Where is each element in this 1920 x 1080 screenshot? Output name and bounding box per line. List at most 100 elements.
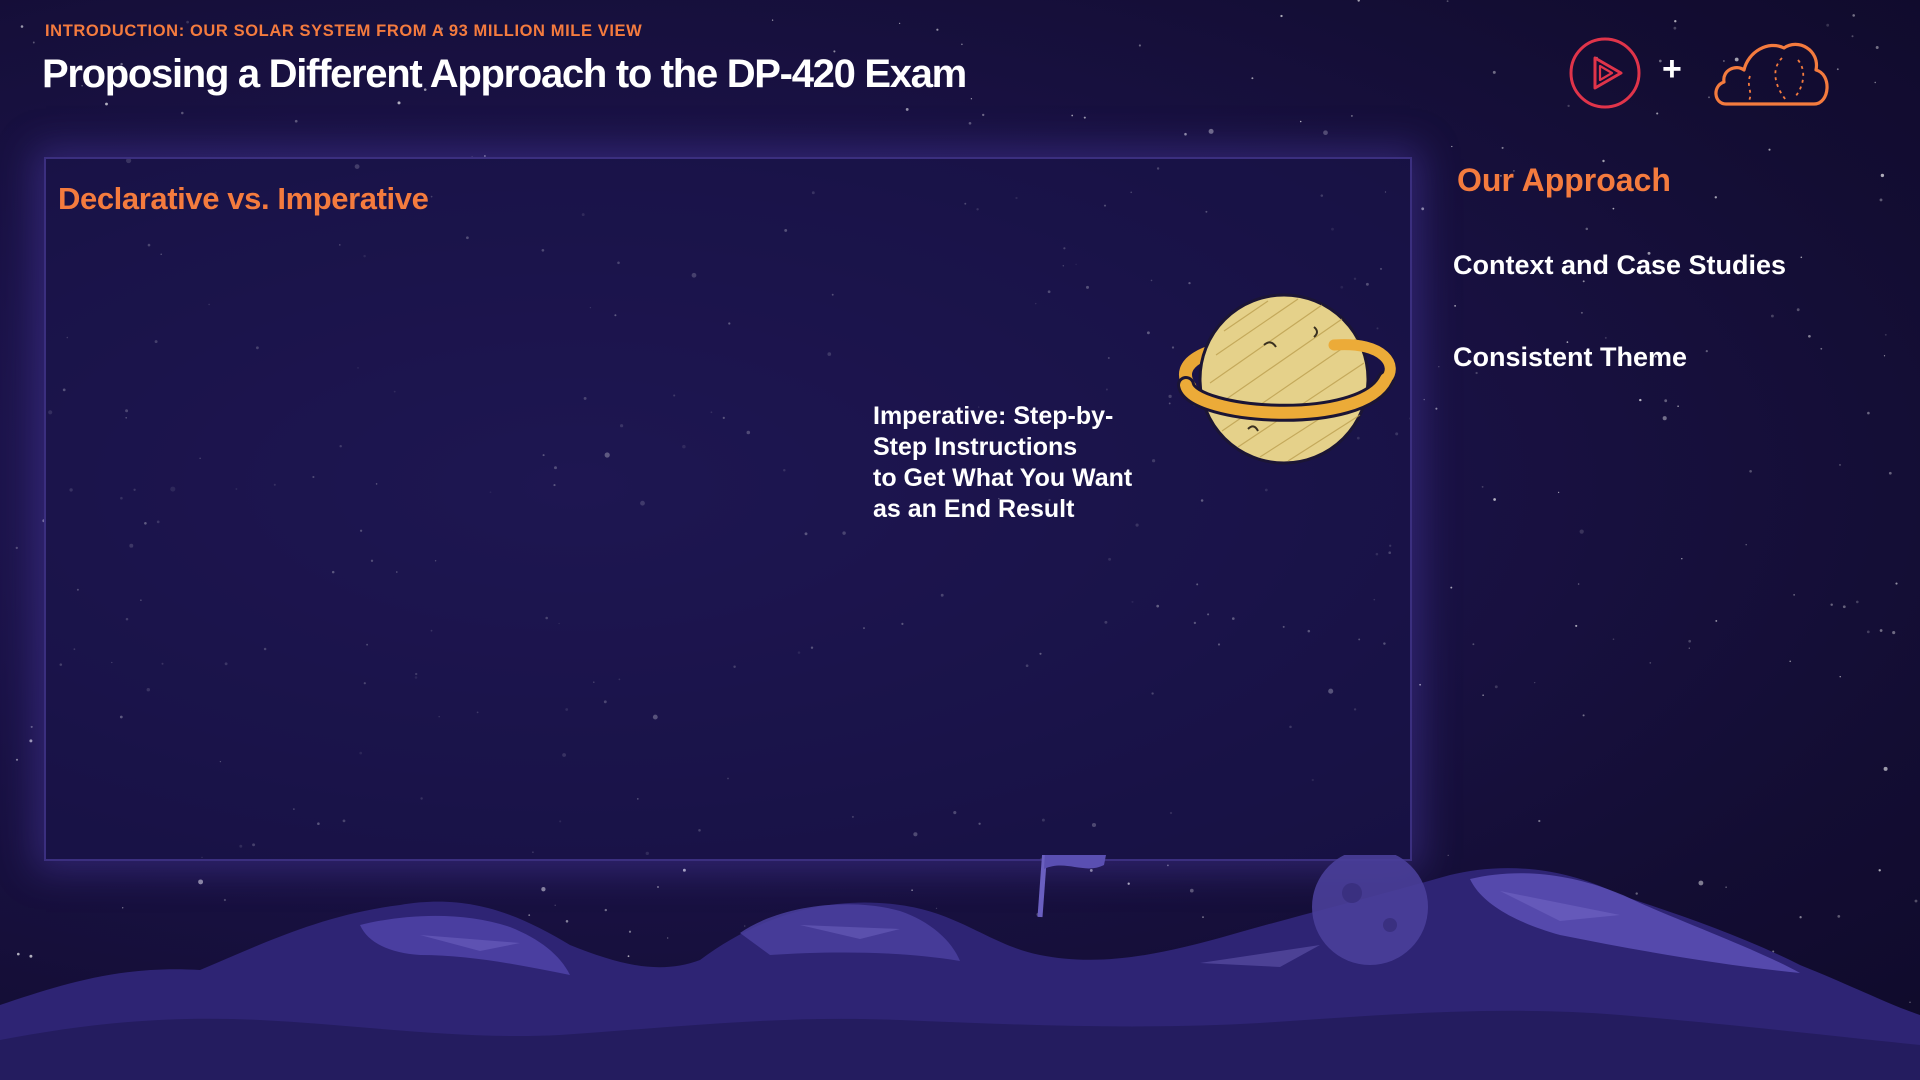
star	[1421, 207, 1425, 211]
star	[1071, 114, 1074, 117]
star	[1839, 464, 1841, 466]
star	[1749, 469, 1752, 473]
star	[1789, 660, 1792, 663]
panel-heading: Declarative vs. Imperative	[58, 181, 429, 216]
star	[294, 119, 298, 123]
star	[936, 28, 939, 31]
star	[1851, 35, 1854, 38]
star	[1612, 207, 1615, 210]
star	[1435, 407, 1438, 410]
star	[1855, 600, 1859, 604]
star	[1715, 619, 1718, 622]
star	[1852, 14, 1855, 17]
star	[1714, 196, 1717, 199]
star	[970, 98, 973, 100]
play-logo-icon	[1569, 37, 1641, 109]
star	[1768, 148, 1771, 151]
page-title: Proposing a Different Approach to the DP…	[42, 52, 967, 96]
star	[1494, 685, 1498, 689]
star	[1184, 132, 1187, 136]
star	[1580, 311, 1583, 314]
star	[1800, 256, 1803, 259]
star	[1450, 586, 1453, 589]
star	[1501, 146, 1504, 149]
star	[1639, 398, 1642, 402]
imperative-definition: Imperative: Step-by- Step Instructions t…	[873, 402, 1133, 523]
star	[1482, 694, 1484, 696]
sidebar-item-consistent-theme: Consistent Theme	[1453, 342, 1688, 372]
star	[1826, 23, 1830, 27]
star	[1681, 557, 1683, 560]
star	[1280, 14, 1283, 18]
star	[982, 113, 985, 117]
star	[20, 25, 24, 28]
star	[1538, 819, 1541, 823]
star	[1492, 70, 1496, 74]
star	[1649, 662, 1652, 664]
star	[1575, 624, 1578, 627]
star	[32, 41, 35, 44]
ringed-planet-icon	[1177, 293, 1396, 465]
star	[1472, 643, 1475, 646]
star	[1662, 416, 1667, 421]
star	[15, 546, 18, 550]
star	[30, 725, 33, 728]
star	[1423, 398, 1425, 401]
star	[1688, 639, 1692, 643]
star	[961, 43, 963, 46]
star	[905, 107, 909, 111]
star	[1879, 198, 1883, 202]
sidebar-heading: Our Approach	[1457, 162, 1671, 198]
star	[1493, 498, 1496, 501]
star	[1866, 630, 1870, 634]
sidebar-item-context-case-studies: Context and Case Studies	[1453, 250, 1787, 280]
star	[1705, 349, 1708, 353]
star	[1880, 173, 1885, 178]
star	[105, 102, 108, 106]
moon-surface-illustration	[0, 855, 1920, 1080]
content-panel: Declarative vs. Imperative Imperative: S…	[44, 157, 1412, 861]
slide-eyebrow: INTRODUCTION: OUR SOLAR SYSTEM FROM A 93…	[45, 22, 643, 40]
star	[1820, 347, 1823, 350]
star	[1557, 491, 1560, 494]
star	[1875, 46, 1879, 49]
star	[898, 22, 901, 25]
star	[1892, 631, 1896, 635]
star	[1446, 0, 1449, 3]
star	[1534, 681, 1536, 684]
star	[1419, 683, 1421, 686]
star	[1299, 120, 1302, 123]
star	[1688, 647, 1690, 649]
star	[1138, 44, 1141, 47]
plus-sign: +	[1662, 50, 1682, 88]
star	[1884, 333, 1887, 336]
star	[1656, 112, 1659, 115]
star	[1674, 20, 1677, 23]
star	[181, 111, 184, 115]
star	[1867, 411, 1870, 415]
star	[1323, 130, 1328, 136]
star	[1883, 355, 1886, 357]
star	[1796, 308, 1800, 312]
star	[1579, 529, 1584, 534]
star	[1836, 68, 1839, 71]
star	[1481, 485, 1484, 488]
star	[1208, 128, 1214, 134]
star	[968, 121, 972, 125]
star	[771, 19, 774, 21]
star	[1874, 81, 1876, 84]
star	[1673, 26, 1677, 30]
star	[1888, 471, 1892, 475]
star	[1251, 77, 1254, 80]
star	[1895, 582, 1898, 585]
cloud-logo-icon	[1714, 42, 1829, 106]
star	[1842, 605, 1846, 609]
star	[1454, 305, 1456, 307]
star	[29, 739, 33, 743]
star	[1083, 116, 1086, 119]
star	[1793, 594, 1795, 596]
star	[397, 101, 401, 105]
star	[1664, 399, 1668, 403]
slide-stage: INTRODUCTION: OUR SOLAR SYSTEM FROM A 93…	[0, 0, 1920, 1080]
star	[1677, 405, 1679, 408]
